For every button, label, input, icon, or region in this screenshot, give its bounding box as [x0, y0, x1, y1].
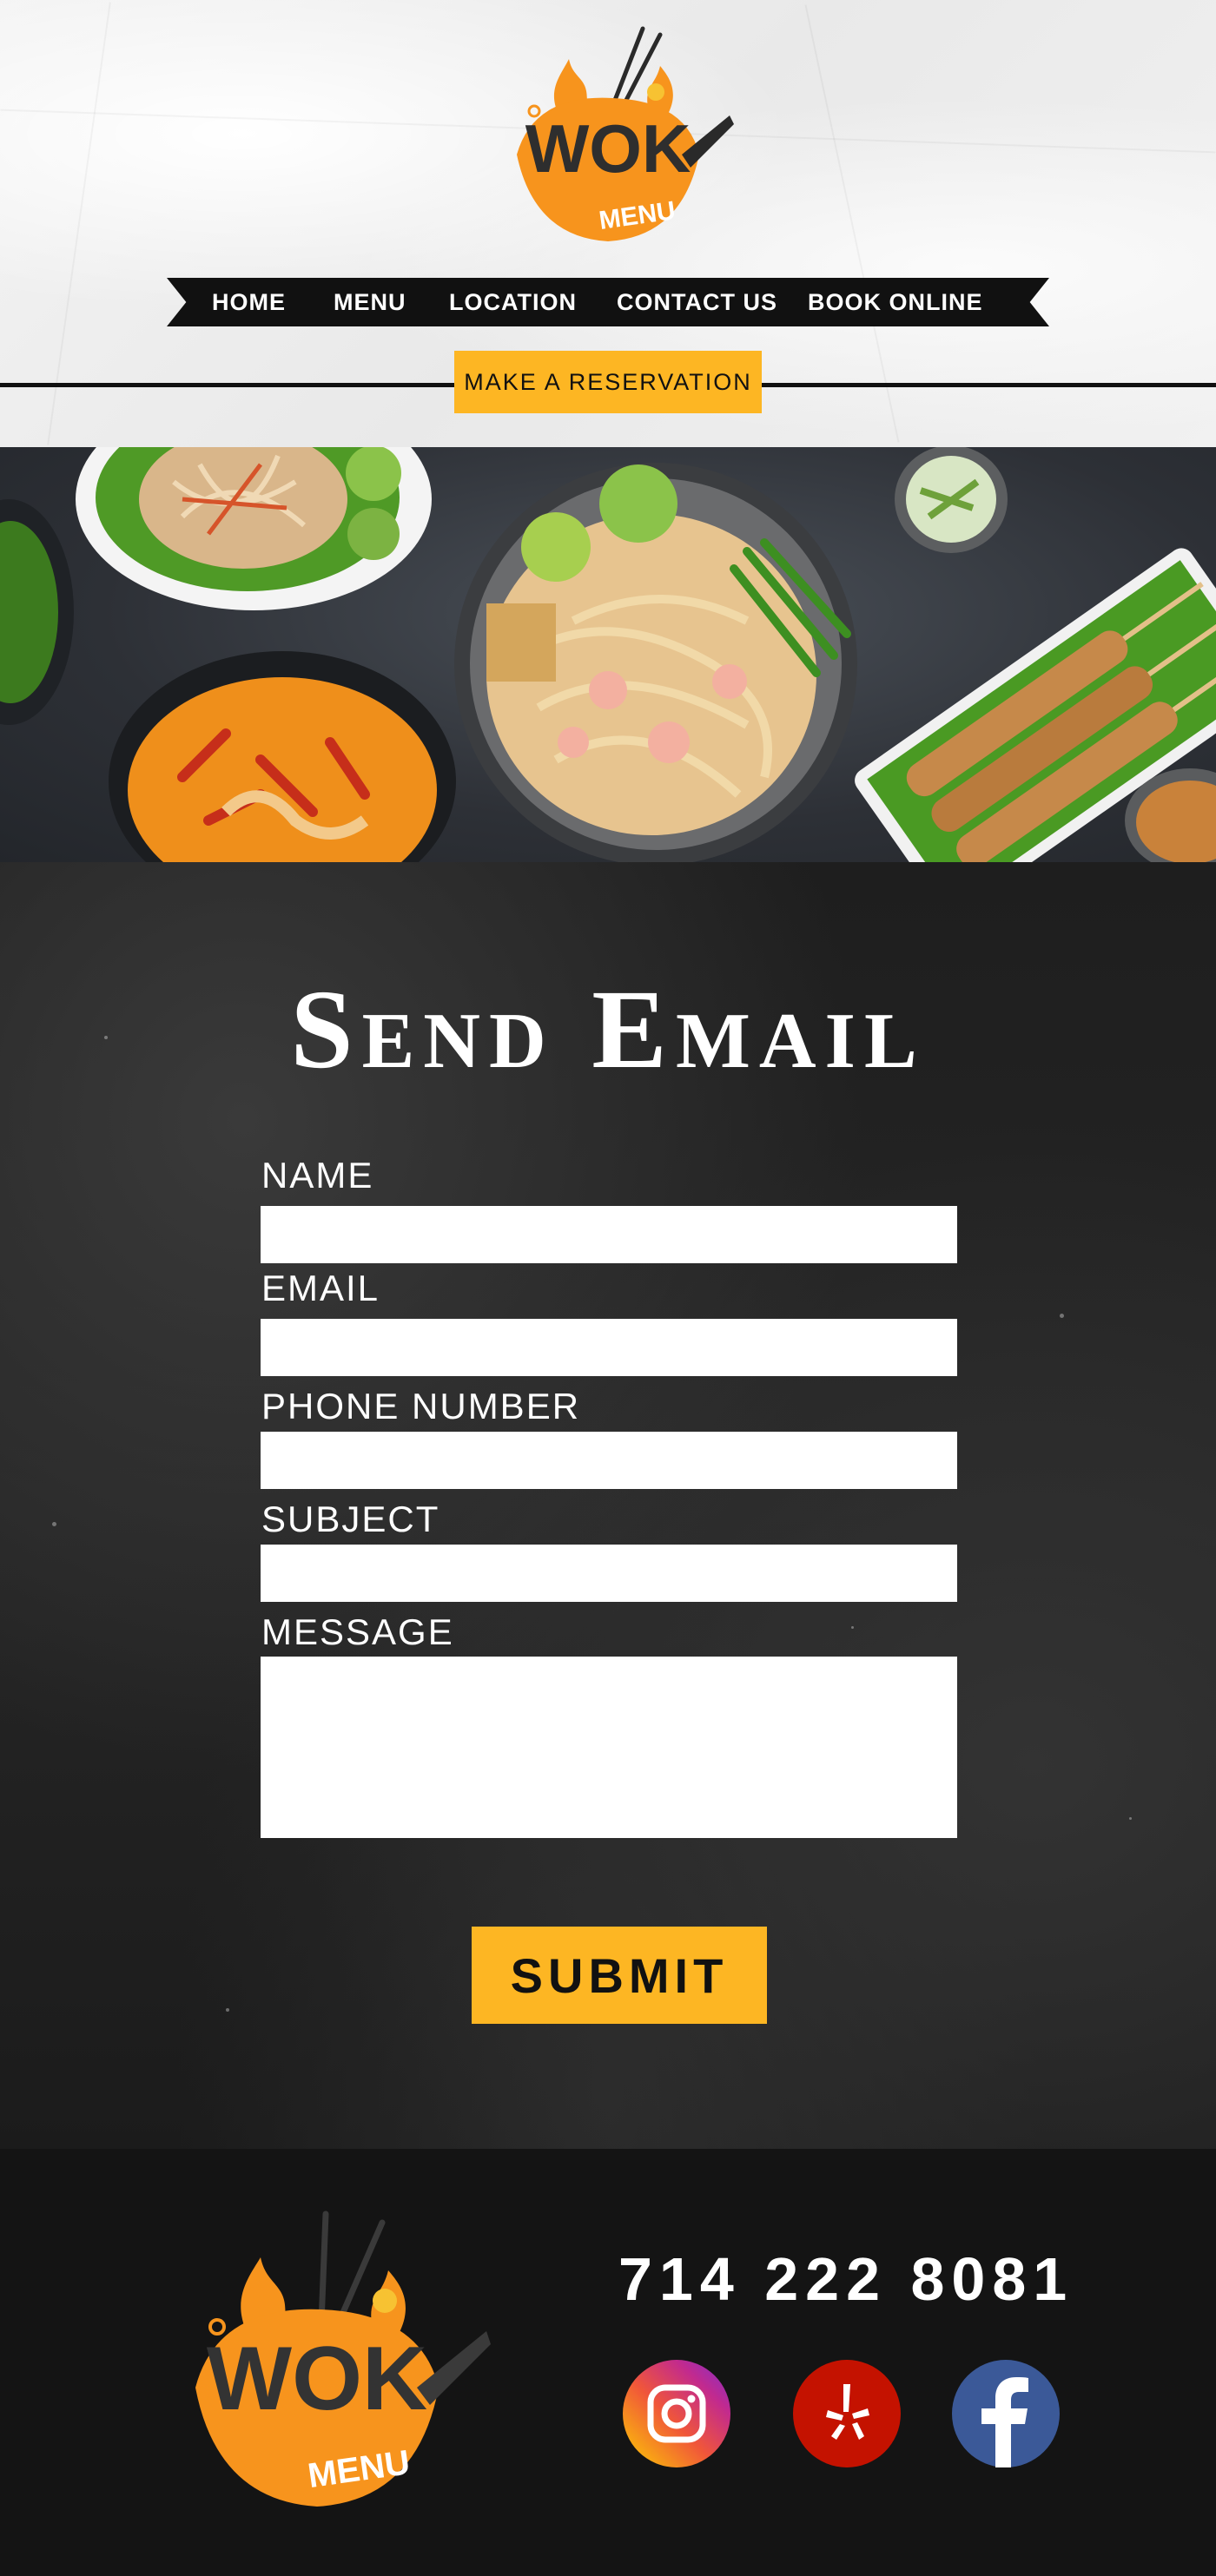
- message-label: MESSAGE: [261, 1611, 454, 1652]
- yelp-link[interactable]: [793, 2360, 901, 2467]
- food-dishes-illustration: [0, 447, 1216, 862]
- message-textarea[interactable]: [261, 1657, 957, 1838]
- chalkboard-texture: [1060, 1314, 1064, 1318]
- yelp-icon: [793, 2360, 901, 2467]
- make-reservation-button[interactable]: MAKE A RESERVATION: [454, 351, 762, 413]
- nav-item-home[interactable]: HOME: [212, 278, 286, 326]
- main-nav: HOME MENU LOCATION CONTACT US BOOK ONLIN…: [167, 278, 1049, 326]
- facebook-link[interactable]: [952, 2360, 1060, 2467]
- instagram-icon: [623, 2360, 730, 2467]
- instagram-link[interactable]: [623, 2360, 730, 2467]
- facebook-icon: [952, 2360, 1060, 2467]
- contact-form-section: Send Email NAME EMAIL PHONE NUMBER SUBJE…: [0, 862, 1216, 2149]
- nav-item-menu[interactable]: MENU: [334, 278, 406, 326]
- subject-input[interactable]: [261, 1545, 957, 1602]
- email-input[interactable]: [261, 1319, 957, 1376]
- subject-label: SUBJECT: [261, 1499, 440, 1539]
- nav-item-location[interactable]: LOCATION: [449, 278, 577, 326]
- submit-button[interactable]: SUBMIT: [472, 1927, 767, 2024]
- phone-number[interactable]: 714 222 8081: [618, 2249, 1087, 2309]
- email-label: EMAIL: [261, 1268, 380, 1308]
- nav-item-contact-us[interactable]: CONTACT US: [617, 278, 777, 326]
- phone-number-label: PHONE NUMBER: [261, 1386, 581, 1426]
- chalkboard-texture: [851, 1626, 854, 1629]
- paper-texture: [47, 2, 111, 445]
- nav-item-book-online[interactable]: BOOK ONLINE: [808, 278, 983, 326]
- wok-logo-footer[interactable]: WOK MENU: [152, 2210, 491, 2513]
- form-title: Send Email: [290, 967, 926, 1092]
- site-header: WOK MENU HOME MENU LOCATION CONTACT US B…: [0, 0, 1216, 447]
- phone-number-input[interactable]: [261, 1432, 957, 1489]
- svg-text:WOK: WOK: [207, 2329, 427, 2429]
- chalkboard-texture: [1129, 1817, 1132, 1820]
- wok-logo[interactable]: WOK MENU: [482, 24, 734, 250]
- chalkboard-texture: [52, 1522, 56, 1526]
- name-label: NAME: [261, 1155, 374, 1196]
- svg-text:WOK: WOK: [525, 110, 691, 187]
- paper-texture: [804, 4, 900, 443]
- hero-food-image: [0, 447, 1216, 862]
- chalkboard-texture: [226, 2008, 229, 2012]
- name-input[interactable]: [261, 1206, 957, 1263]
